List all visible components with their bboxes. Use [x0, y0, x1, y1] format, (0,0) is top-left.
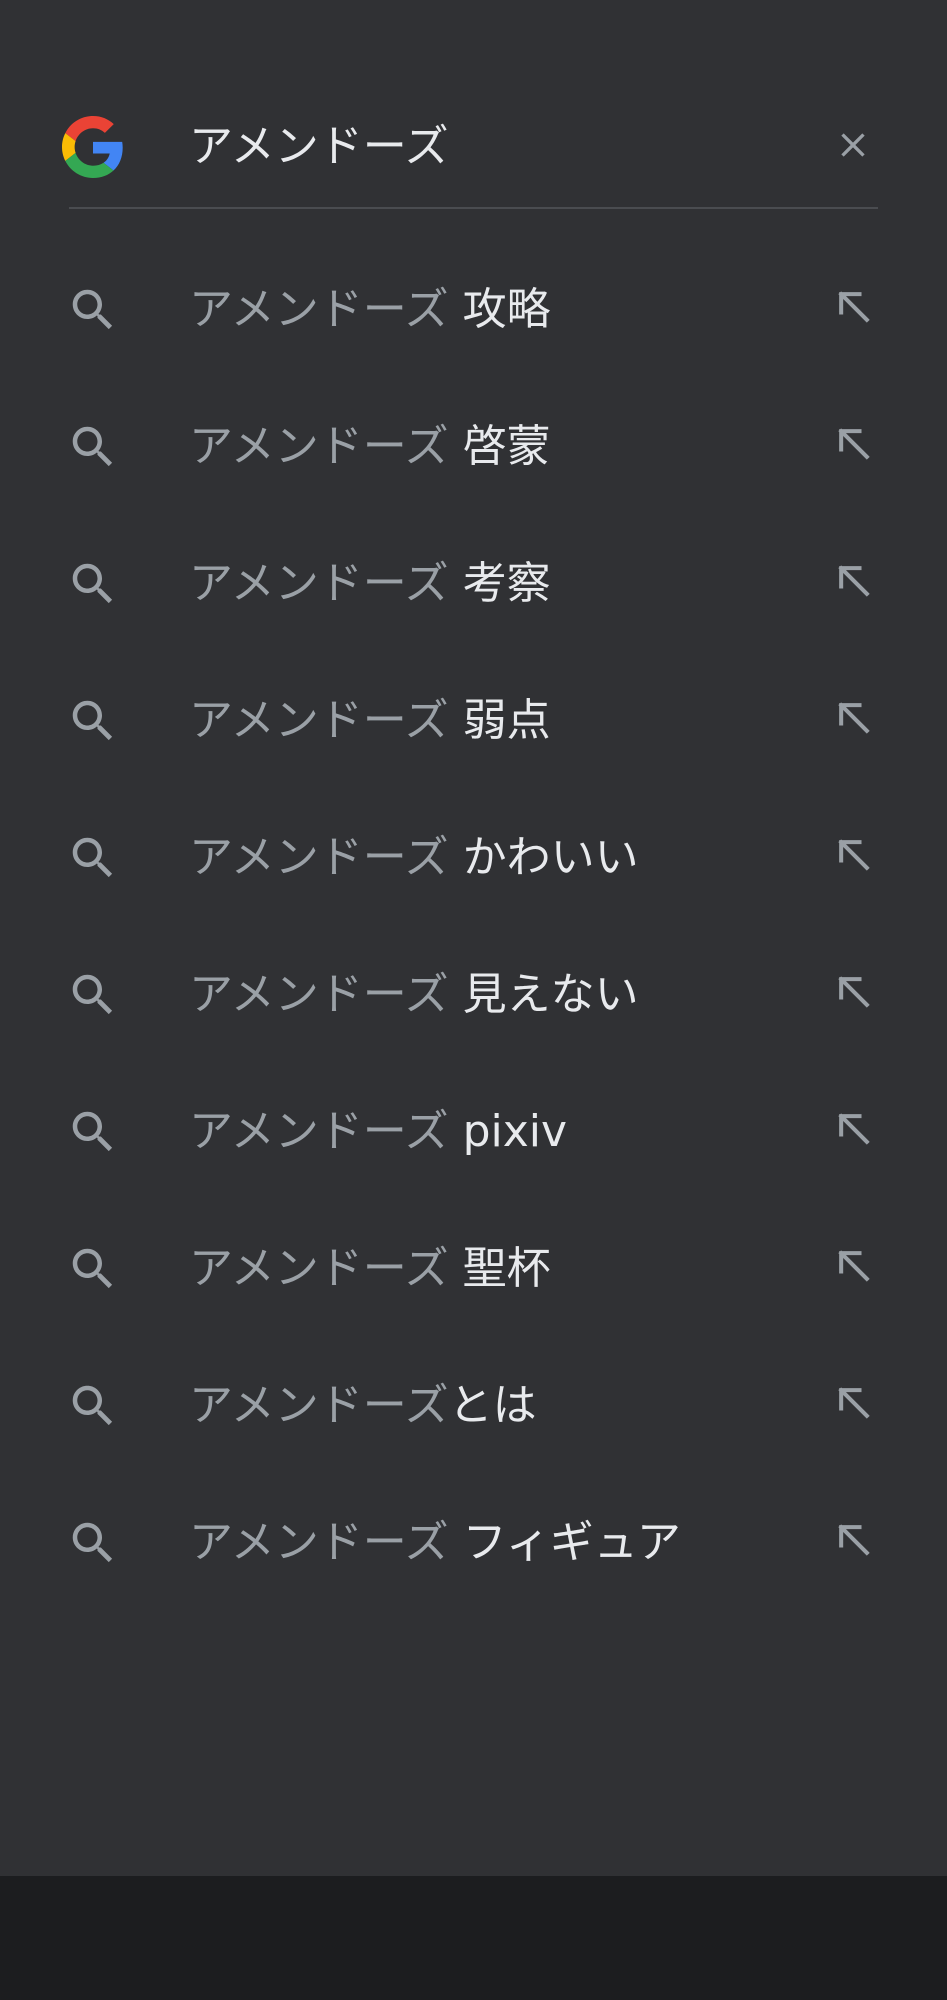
suggestion-item[interactable]: アメンドーズ 聖杯 — [0, 1200, 947, 1337]
suggestion-item[interactable]: アメンドーズとは — [0, 1337, 947, 1474]
suggestion-prefix: アメンドーズ — [189, 1243, 449, 1294]
suggestion-completion: 弱点 — [448, 695, 551, 746]
suggestion-prefix: アメンドーズ — [189, 558, 449, 609]
arrow-up-left-icon — [832, 1107, 876, 1155]
arrow-up-left-icon — [832, 559, 876, 607]
arrow-up-left-icon — [832, 422, 876, 470]
search-icon — [66, 1516, 120, 1570]
fill-query-button[interactable] — [826, 1103, 882, 1159]
arrow-up-left-icon — [832, 696, 876, 744]
arrow-up-left-icon — [832, 970, 876, 1018]
suggestion-text: アメンドーズ pixiv — [189, 1097, 567, 1167]
suggestion-completion: 攻略 — [448, 284, 551, 335]
search-icon — [66, 1105, 120, 1159]
suggestion-prefix: アメンドーズ — [189, 969, 449, 1020]
suggestion-item[interactable]: アメンドーズ かわいい — [0, 789, 947, 926]
arrow-up-left-icon — [832, 1518, 876, 1566]
fill-query-button[interactable] — [826, 692, 882, 748]
suggestion-prefix: アメンドーズ — [189, 1106, 449, 1157]
suggestion-completion: とは — [448, 1380, 537, 1431]
suggestion-prefix: アメンドーズ — [189, 1380, 449, 1431]
suggestion-text: アメンドーズ かわいい — [189, 823, 639, 893]
suggestion-prefix: アメンドーズ — [189, 832, 449, 883]
search-icon — [66, 968, 120, 1022]
close-icon — [833, 125, 873, 169]
search-icon — [66, 420, 120, 474]
google-g-icon — [62, 116, 124, 178]
suggestion-item[interactable]: アメンドーズ 攻略 — [0, 241, 947, 378]
suggestion-list: アメンドーズ 攻略 アメンドーズ 啓蒙 アメンドーズ 考察 アメンドーズ 弱点 — [0, 241, 947, 1611]
suggestion-item[interactable]: アメンドーズ フィギュア — [0, 1474, 947, 1611]
suggestion-item[interactable]: アメンドーズ 見えない — [0, 926, 947, 1063]
suggestion-text: アメンドーズとは — [189, 1371, 537, 1441]
suggestion-completion: 啓蒙 — [448, 421, 551, 472]
fill-query-button[interactable] — [826, 418, 882, 474]
arrow-up-left-icon — [832, 1244, 876, 1292]
fill-query-button[interactable] — [826, 1377, 882, 1433]
suggestion-completion: かわいい — [448, 832, 639, 883]
fill-query-button[interactable] — [826, 555, 882, 611]
suggestion-text: アメンドーズ 弱点 — [189, 686, 551, 756]
search-header: アメンドーズ — [0, 0, 947, 210]
search-icon — [66, 831, 120, 885]
search-divider — [69, 207, 878, 209]
suggestion-prefix: アメンドーズ — [189, 421, 449, 472]
search-icon — [66, 283, 120, 337]
search-icon — [66, 1379, 120, 1433]
arrow-up-left-icon — [832, 833, 876, 881]
suggestion-text: アメンドーズ 啓蒙 — [189, 412, 551, 482]
suggestion-text: アメンドーズ 考察 — [189, 549, 551, 619]
system-navigation-bar — [0, 1876, 947, 2000]
suggestion-text: アメンドーズ 聖杯 — [189, 1234, 551, 1304]
clear-search-button[interactable] — [828, 122, 878, 172]
suggestion-prefix: アメンドーズ — [189, 1517, 449, 1568]
suggestion-prefix: アメンドーズ — [189, 695, 449, 746]
suggestion-item[interactable]: アメンドーズ 考察 — [0, 515, 947, 652]
suggestion-completion: フィギュア — [448, 1517, 681, 1568]
arrow-up-left-icon — [832, 285, 876, 333]
arrow-up-left-icon — [832, 1381, 876, 1429]
search-input[interactable]: アメンドーズ — [189, 112, 449, 182]
suggestion-prefix: アメンドーズ — [189, 284, 449, 335]
fill-query-button[interactable] — [826, 1514, 882, 1570]
fill-query-button[interactable] — [826, 1240, 882, 1296]
search-icon — [66, 694, 120, 748]
fill-query-button[interactable] — [826, 829, 882, 885]
search-icon — [66, 557, 120, 611]
search-icon — [66, 1242, 120, 1296]
suggestion-text: アメンドーズ 見えない — [189, 960, 639, 1030]
suggestion-item[interactable]: アメンドーズ 弱点 — [0, 652, 947, 789]
suggestion-item[interactable]: アメンドーズ 啓蒙 — [0, 378, 947, 515]
fill-query-button[interactable] — [826, 281, 882, 337]
suggestion-text: アメンドーズ フィギュア — [189, 1508, 681, 1578]
suggestion-completion: 聖杯 — [448, 1243, 551, 1294]
suggestion-completion: 考察 — [448, 558, 551, 609]
suggestion-completion: pixiv — [448, 1106, 568, 1157]
fill-query-button[interactable] — [826, 966, 882, 1022]
suggestion-item[interactable]: アメンドーズ pixiv — [0, 1063, 947, 1200]
suggestion-completion: 見えない — [448, 969, 639, 1020]
suggestion-text: アメンドーズ 攻略 — [189, 275, 551, 345]
